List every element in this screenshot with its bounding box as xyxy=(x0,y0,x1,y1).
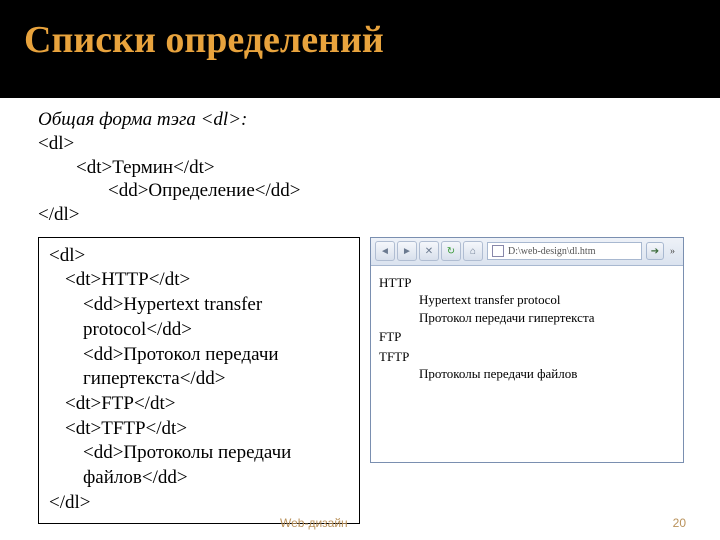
intro-line-4: </dl> xyxy=(38,203,690,227)
render-dt: FTP xyxy=(379,328,675,346)
intro-block: Общая форма тэга <dl>: <dl> <dt>Термин</… xyxy=(38,108,690,227)
code-line: <dd>Hypertext transfer xyxy=(49,293,349,318)
render-dt: TFTP xyxy=(379,348,675,366)
code-line: protocol</dd> xyxy=(49,318,349,343)
code-line: <dd>Протоколы передачи xyxy=(49,441,349,466)
home-button[interactable]: ⌂ xyxy=(463,241,483,261)
page-icon xyxy=(492,245,504,257)
slide-footer: Web-дизайн 20 xyxy=(0,516,720,530)
go-button[interactable]: ➔ xyxy=(646,242,664,260)
back-button[interactable]: ◄ xyxy=(375,241,395,261)
slide-content: Общая форма тэга <dl>: <dl> <dt>Термин</… xyxy=(0,98,720,524)
code-line: <dt>FTP</dt> xyxy=(49,392,349,417)
render-dd: Hypertext transfer protocol xyxy=(379,291,675,309)
address-bar[interactable]: D:\web-design\dl.htm xyxy=(487,242,642,260)
intro-line-3: <dd>Определение</dd> xyxy=(38,179,690,203)
code-line: гипертекста</dd> xyxy=(49,367,349,392)
intro-line-2: <dt>Термин</dt> xyxy=(38,156,690,180)
footer-label: Web-дизайн xyxy=(0,516,348,530)
refresh-button[interactable]: ↻ xyxy=(441,241,461,261)
code-line: файлов</dd> xyxy=(49,466,349,491)
toolbar-overflow-icon[interactable]: » xyxy=(666,246,679,257)
intro-lead: Общая форма тэга <dl>: xyxy=(38,108,690,132)
browser-window: ◄ ► ✕ ↻ ⌂ D:\web-design\dl.htm ➔ » HTTP … xyxy=(370,237,684,463)
code-box: <dl> <dt>HTTP</dt> <dd>Hypertext transfe… xyxy=(38,237,360,525)
slide-title: Списки определений xyxy=(24,18,720,62)
code-line: <dt>HTTP</dt> xyxy=(49,268,349,293)
slide-header: Списки определений xyxy=(0,0,720,98)
render-dd: Протоколы передачи файлов xyxy=(379,365,675,383)
browser-viewport: HTTP Hypertext transfer protocol Протоко… xyxy=(371,266,683,389)
code-line: <dd>Протокол передачи xyxy=(49,343,349,368)
code-line: </dl> xyxy=(49,491,349,516)
address-text: D:\web-design\dl.htm xyxy=(508,246,596,257)
forward-button[interactable]: ► xyxy=(397,241,417,261)
intro-line-1: <dl> xyxy=(38,132,690,156)
stop-button[interactable]: ✕ xyxy=(419,241,439,261)
slide-number: 20 xyxy=(673,516,686,530)
code-line: <dl> xyxy=(49,244,349,269)
browser-toolbar: ◄ ► ✕ ↻ ⌂ D:\web-design\dl.htm ➔ » xyxy=(371,238,683,266)
code-line: <dt>TFTP</dt> xyxy=(49,417,349,442)
render-dd: Протокол передачи гипертекста xyxy=(379,309,675,327)
columns: <dl> <dt>HTTP</dt> <dd>Hypertext transfe… xyxy=(38,237,690,525)
render-dt: HTTP xyxy=(379,274,675,292)
